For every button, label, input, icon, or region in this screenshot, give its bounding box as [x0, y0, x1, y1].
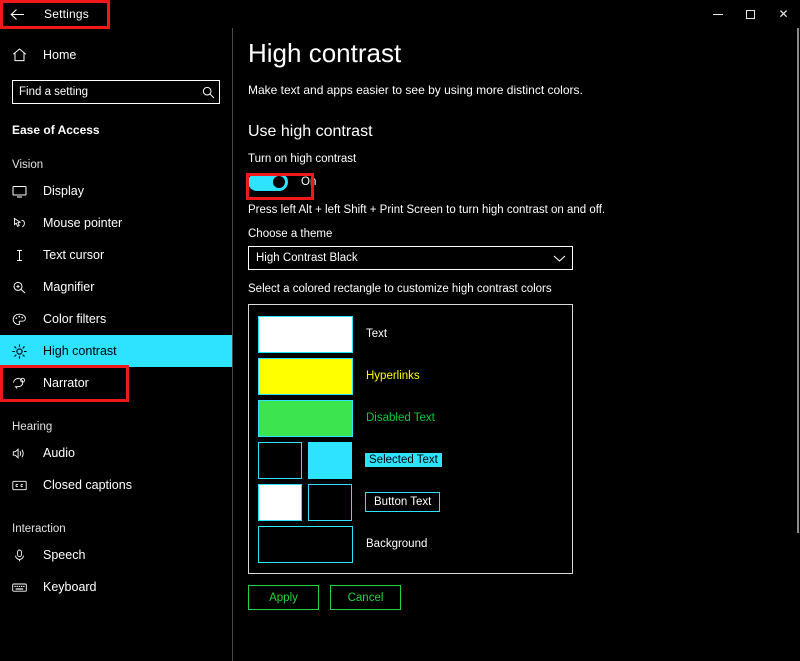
- sidebar-item-label: Mouse pointer: [43, 216, 123, 230]
- minimize-button[interactable]: [701, 0, 734, 28]
- color-swatch[interactable]: [258, 357, 353, 395]
- swatch-row-button-text[interactable]: Button Text: [249, 481, 572, 523]
- chevron-down-icon[interactable]: [546, 254, 572, 263]
- app-title: Settings: [44, 7, 89, 21]
- settings-window: Settings ✕ Home Ea: [0, 0, 800, 661]
- sidebar-item-display[interactable]: Display: [0, 175, 232, 207]
- sun-icon: [12, 343, 38, 359]
- sidebar-item-high-contrast[interactable]: High contrast: [0, 335, 232, 367]
- sidebar-item-label: Display: [43, 184, 84, 198]
- swatch-caption: Background: [366, 538, 428, 550]
- swatch-row-text[interactable]: Text: [249, 313, 572, 355]
- maximize-button[interactable]: [734, 0, 767, 28]
- shortcut-hint: Press left Alt + left Shift + Print Scre…: [248, 204, 606, 216]
- color-swatch[interactable]: [258, 441, 302, 479]
- swatch-caption: Hyperlinks: [366, 370, 420, 382]
- apply-button[interactable]: Apply: [248, 585, 319, 610]
- sidebar-item-magnifier[interactable]: Magnifier: [0, 271, 232, 303]
- vertical-scrollbar[interactable]: [796, 28, 800, 661]
- color-swatch[interactable]: [258, 525, 353, 563]
- sidebar-item-mouse-pointer[interactable]: Mouse pointer: [0, 207, 232, 239]
- sidebar: Home Ease of Access Vision Display: [0, 28, 232, 661]
- sidebar-item-label: Magnifier: [43, 280, 95, 294]
- sidebar-item-label: Speech: [43, 548, 86, 562]
- sidebar-home-label: Home: [43, 48, 77, 62]
- search-box[interactable]: [12, 80, 220, 104]
- sidebar-item-closed-captions[interactable]: Closed captions: [0, 469, 232, 501]
- mouse-pointer-icon: [12, 217, 38, 230]
- sidebar-item-label: Text cursor: [43, 248, 105, 262]
- window-controls: ✕: [701, 0, 800, 28]
- sidebar-item-label: Audio: [43, 446, 75, 460]
- swatch-row-hyperlinks[interactable]: Hyperlinks: [249, 355, 572, 397]
- speaker-icon: [12, 447, 38, 460]
- theme-selected-value: High Contrast Black: [256, 252, 358, 264]
- keyboard-icon: [12, 581, 38, 594]
- sidebar-section-title: Ease of Access: [12, 123, 100, 137]
- color-swatch[interactable]: [258, 483, 302, 521]
- swatch-row-disabled-text[interactable]: Disabled Text: [249, 397, 572, 439]
- sidebar-item-label: Closed captions: [43, 478, 132, 492]
- toggle-state-label: On: [301, 176, 317, 188]
- close-icon: ✕: [778, 7, 789, 21]
- close-button[interactable]: ✕: [767, 0, 800, 28]
- sidebar-item-label: Color filters: [43, 312, 107, 326]
- text-cursor-icon: [12, 249, 38, 262]
- monitor-icon: [12, 185, 38, 198]
- title-bar: Settings ✕: [0, 0, 800, 28]
- microphone-icon: [12, 549, 38, 562]
- swatch-caption: Text: [366, 328, 388, 340]
- sidebar-item-keyboard[interactable]: Keyboard: [0, 571, 232, 603]
- toggle-knob: [273, 176, 285, 188]
- minimize-icon: [712, 13, 723, 15]
- sidebar-item-label: Narrator: [43, 376, 89, 390]
- swatch-row-background[interactable]: Background: [249, 523, 572, 565]
- sidebar-item-label: High contrast: [43, 344, 117, 358]
- search-icon[interactable]: [197, 86, 219, 99]
- sidebar-group-title-hearing: Hearing: [12, 421, 53, 433]
- swatch-caption: Button Text: [365, 492, 441, 512]
- theme-dropdown[interactable]: High Contrast Black: [248, 246, 573, 270]
- theme-label: Choose a theme: [248, 228, 333, 240]
- search-input[interactable]: [13, 86, 197, 98]
- scrollbar-thumb[interactable]: [797, 28, 799, 533]
- titlebar-left-group: Settings: [0, 0, 232, 28]
- page-title: High contrast: [248, 38, 402, 68]
- sidebar-item-audio[interactable]: Audio: [0, 437, 232, 469]
- magnifier-icon: [12, 281, 38, 294]
- sidebar-group-title-interaction: Interaction: [12, 523, 66, 535]
- section-heading-use-high-contrast: Use high contrast: [248, 123, 373, 140]
- swatch-caption: Selected Text: [365, 453, 442, 467]
- closed-captions-icon: [12, 479, 38, 492]
- sidebar-item-label: Keyboard: [43, 580, 97, 594]
- action-buttons: Apply Cancel: [248, 585, 800, 610]
- back-arrow-icon[interactable]: [0, 0, 34, 28]
- sidebar-group-title-vision: Vision: [12, 159, 44, 171]
- color-swatch[interactable]: [258, 315, 353, 353]
- swatch-row-selected-text[interactable]: Selected Text: [249, 439, 572, 481]
- cancel-button[interactable]: Cancel: [330, 585, 401, 610]
- swatch-instruction: Select a colored rectangle to customize …: [248, 283, 552, 295]
- palette-icon: [12, 313, 38, 326]
- color-swatch[interactable]: [258, 399, 353, 437]
- sidebar-item-color-filters[interactable]: Color filters: [0, 303, 232, 335]
- page-subtitle: Make text and apps easier to see by usin…: [248, 83, 583, 97]
- narrator-icon: [12, 377, 38, 390]
- sidebar-divider: [232, 0, 233, 661]
- high-contrast-toggle[interactable]: [248, 173, 288, 191]
- color-swatch[interactable]: [308, 483, 352, 521]
- home-icon: [12, 48, 38, 62]
- main-content: High contrast Make text and apps easier …: [233, 28, 800, 661]
- color-swatch-panel: Text Hyperlinks Disabled Text Selected T…: [248, 304, 573, 574]
- maximize-icon: [746, 9, 755, 19]
- sidebar-item-home[interactable]: Home: [0, 40, 232, 70]
- swatch-caption: Disabled Text: [366, 412, 435, 424]
- toggle-label: Turn on high contrast: [248, 153, 357, 165]
- sidebar-item-text-cursor[interactable]: Text cursor: [0, 239, 232, 271]
- high-contrast-toggle-row: On: [248, 171, 800, 193]
- sidebar-item-narrator[interactable]: Narrator: [0, 367, 232, 399]
- color-swatch[interactable]: [308, 441, 352, 479]
- sidebar-item-speech[interactable]: Speech: [0, 539, 232, 571]
